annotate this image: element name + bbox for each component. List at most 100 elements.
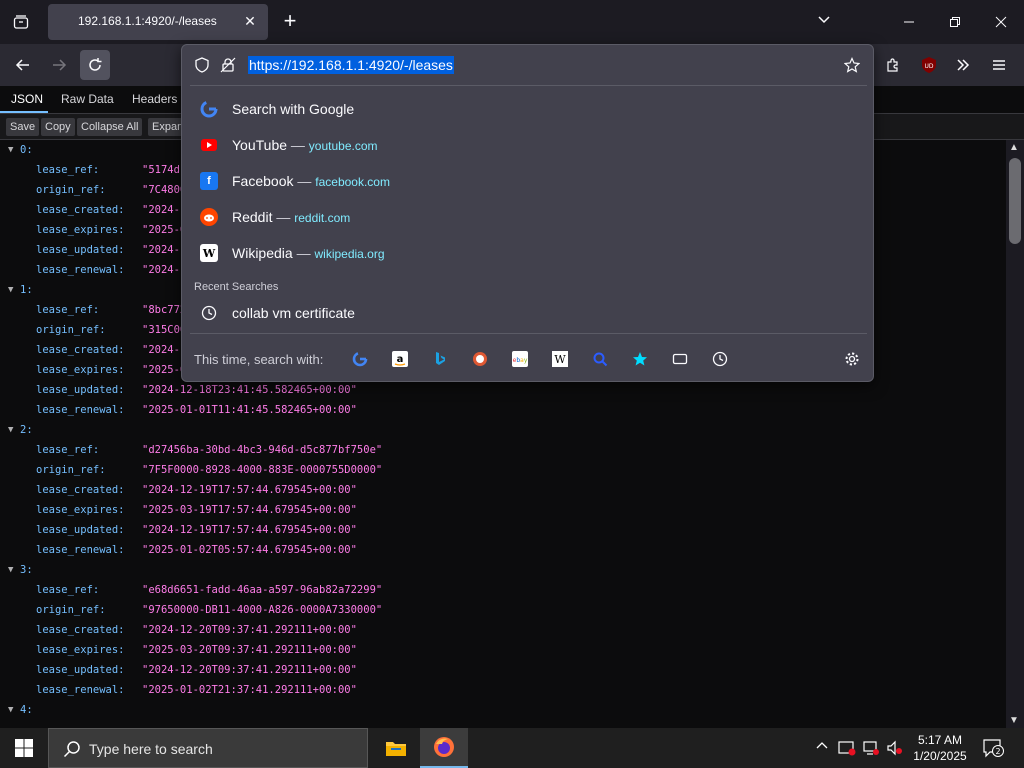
double-chevron-icon: [957, 59, 970, 71]
tab-json[interactable]: JSON: [11, 92, 43, 106]
tab-strip: 192.168.1.1:4920/-/leases ✕ +: [0, 0, 1024, 44]
site-url: reddit.com: [294, 211, 351, 225]
duckduckgo-icon[interactable]: [470, 349, 490, 369]
json-key: lease_ref:: [36, 304, 100, 316]
url-text[interactable]: https://192.168.1.1:4920/-/leases: [248, 56, 454, 74]
windows-icon: [15, 739, 33, 757]
separator: —: [290, 137, 305, 153]
url-input[interactable]: https://192.168.1.1:4920/-/leases: [182, 45, 875, 85]
app-menu-button[interactable]: [984, 50, 1014, 80]
chevron-up-icon[interactable]: [816, 740, 828, 756]
json-array-item[interactable]: ▼ 3:: [0, 560, 1006, 580]
forward-button[interactable]: [44, 50, 74, 80]
taskbar-search[interactable]: Type here to search: [48, 728, 368, 768]
firefox-taskbar-button[interactable]: [420, 728, 468, 768]
json-property-row: lease_renewal: "2025-01-02T21:37:41.29211…: [0, 680, 1006, 700]
shield-icon[interactable]: [194, 57, 210, 73]
search-settings-button[interactable]: [842, 349, 862, 369]
security-icon[interactable]: [838, 740, 856, 756]
minimize-button[interactable]: [894, 8, 924, 36]
search-engine-icon[interactable]: [590, 349, 610, 369]
json-value: "2024-1: [142, 244, 187, 256]
bookmarks-icon[interactable]: [630, 349, 650, 369]
tab-headers[interactable]: Headers: [132, 92, 177, 106]
json-property-row: lease_expires: "2025-03-19T17:57:44.67954…: [0, 500, 1006, 520]
json-value: "2025-03-20T09:37:41.292111+00:00": [142, 644, 357, 656]
chevron-down-icon[interactable]: [816, 12, 836, 32]
separator: —: [276, 209, 291, 225]
site-suggestion-youtube[interactable]: YouTube — youtube.com: [190, 127, 867, 163]
one-off-search-label: This time, search with:: [194, 352, 324, 367]
ebay-icon[interactable]: ebay: [510, 349, 530, 369]
site-name: Wikipedia: [232, 245, 293, 261]
json-key: lease_renewal:: [36, 544, 125, 556]
json-key: lease_updated:: [36, 664, 125, 676]
recent-search-item[interactable]: collab vm certificate: [190, 295, 867, 331]
back-button[interactable]: [8, 50, 38, 80]
json-value: "2024-1: [142, 264, 187, 276]
wikipedia-icon[interactable]: W: [550, 349, 570, 369]
reload-icon: [89, 58, 102, 71]
site-url: wikipedia.org: [314, 247, 385, 261]
json-value: "e68d6651-fadd-46aa-a597-96ab82a72299": [142, 584, 383, 596]
history-icon[interactable]: [710, 349, 730, 369]
scroll-thumb[interactable]: [1009, 158, 1021, 244]
collapse-all-button[interactable]: Collapse All: [77, 118, 143, 136]
close-window-button[interactable]: [986, 8, 1016, 36]
scroll-up-icon[interactable]: ▲: [1009, 142, 1019, 153]
json-array-item[interactable]: ▼ 2:: [0, 420, 1006, 440]
notification-center-button[interactable]: 2: [982, 738, 1004, 758]
browser-tab[interactable]: 192.168.1.1:4920/-/leases ✕: [48, 4, 268, 40]
json-array-item[interactable]: ▼ 4:: [0, 700, 1006, 720]
more-tools-button[interactable]: [948, 50, 978, 80]
json-index: 4:: [20, 704, 33, 716]
json-property-row: lease_ref: "e68d6651-fadd-46aa-a597-96ab8…: [0, 580, 1006, 600]
list-all-tabs-button[interactable]: [8, 8, 34, 36]
expand-toggle-icon[interactable]: ▼: [8, 140, 13, 160]
scrollbar[interactable]: ▲ ▼: [1006, 140, 1024, 728]
star-icon[interactable]: [844, 57, 860, 73]
site-url: youtube.com: [308, 139, 378, 153]
expand-toggle-icon[interactable]: ▼: [8, 280, 13, 300]
json-property-row: origin_ref: "7F5F0000-8928-4000-883E-0000…: [0, 460, 1006, 480]
bing-icon[interactable]: [430, 349, 450, 369]
tab-raw-data[interactable]: Raw Data: [61, 92, 114, 106]
json-key: lease_created:: [36, 344, 125, 356]
search-suggestion[interactable]: Search with Google: [190, 91, 867, 127]
expand-toggle-icon[interactable]: ▼: [8, 560, 13, 580]
extensions-button[interactable]: [878, 50, 908, 80]
network-icon[interactable]: [862, 740, 880, 756]
maximize-button[interactable]: [940, 8, 970, 36]
amazon-icon[interactable]: a: [390, 349, 410, 369]
active-tab-indicator: [0, 111, 48, 113]
restore-icon: [950, 17, 960, 27]
svg-text:UD: UD: [924, 63, 933, 70]
site-suggestion-reddit[interactable]: Reddit — reddit.com: [190, 199, 867, 235]
site-suggestion-wikipedia[interactable]: W Wikipedia — wikipedia.org: [190, 235, 867, 271]
tabs-icon[interactable]: [670, 349, 690, 369]
expand-toggle-icon[interactable]: ▼: [8, 420, 13, 440]
json-value: "5174d1: [142, 164, 187, 176]
file-explorer-button[interactable]: [372, 728, 420, 768]
copy-button[interactable]: Copy: [41, 118, 75, 136]
ublock-origin-button[interactable]: UD: [914, 50, 944, 80]
lock-icon[interactable]: [220, 57, 236, 73]
start-button[interactable]: [0, 728, 48, 768]
google-icon[interactable]: [350, 349, 370, 369]
save-button[interactable]: Save: [6, 118, 40, 136]
json-value: "2025-01-01T11:41:45.582465+00:00": [142, 404, 357, 416]
scroll-down-icon[interactable]: ▼: [1009, 715, 1019, 726]
new-tab-button[interactable]: +: [280, 10, 300, 34]
json-key: origin_ref:: [36, 184, 106, 196]
json-value: "d27456ba-30bd-4bc3-946d-d5c877bf750e": [142, 444, 383, 456]
expand-toggle-icon[interactable]: ▼: [8, 700, 13, 720]
reload-button[interactable]: [80, 50, 110, 80]
system-clock[interactable]: 5:17 AM 1/20/2025: [908, 732, 972, 764]
site-suggestion-facebook[interactable]: f Facebook — facebook.com: [190, 163, 867, 199]
folder-icon: [386, 742, 406, 756]
json-property-row: lease_ref: "d27456ba-30bd-4bc3-946d-d5c87…: [0, 440, 1006, 460]
close-tab-icon[interactable]: ✕: [242, 13, 258, 29]
json-key: origin_ref:: [36, 464, 106, 476]
separator: —: [297, 173, 312, 189]
volume-muted-icon[interactable]: [886, 740, 904, 756]
